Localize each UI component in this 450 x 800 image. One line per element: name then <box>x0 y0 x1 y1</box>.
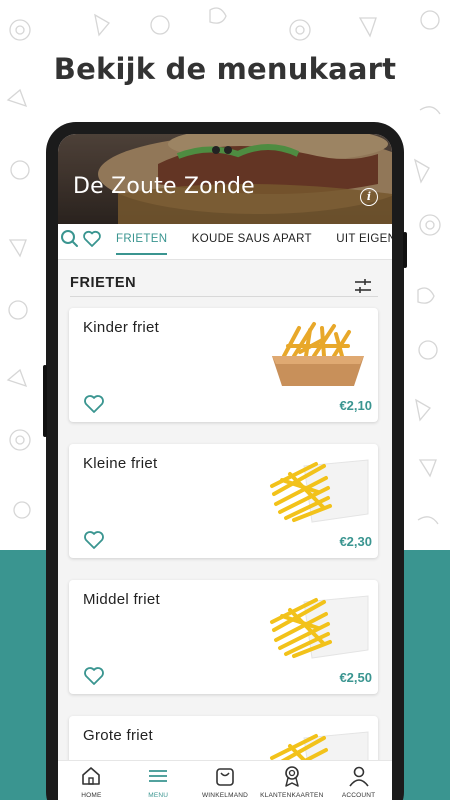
nav-klantenkaarten[interactable]: KLANTENKAARTEN <box>258 761 325 800</box>
restaurant-hero-banner: De Zoute Zonde i <box>58 134 392 224</box>
promo-headline: Bekijk de menukaart <box>53 52 397 86</box>
product-card[interactable]: Kinder friet €2,10 <box>69 308 378 422</box>
nav-label: HOME <box>81 792 102 799</box>
category-tabs: FRIETEN KOUDE SAUS APART UIT EIGEN KEUKE… <box>116 224 392 260</box>
product-price: €2,10 <box>339 398 372 413</box>
search-icon[interactable] <box>60 229 80 249</box>
tab-koude-saus-apart[interactable]: KOUDE SAUS APART <box>192 224 312 254</box>
nav-label: KLANTENKAARTEN <box>260 792 324 799</box>
section-divider <box>70 296 378 297</box>
product-name: Kleine friet <box>83 455 158 472</box>
nav-menu[interactable]: MENU <box>125 761 192 800</box>
fries-tray-image <box>272 322 364 386</box>
fries-bag-image <box>270 459 369 523</box>
product-price: €2,50 <box>339 670 372 685</box>
heart-icon[interactable] <box>83 530 105 550</box>
nav-home[interactable]: HOME <box>58 761 125 800</box>
user-icon <box>348 766 369 787</box>
bottom-navigation: HOME MENU WINKELMAND KLANTENKAARTEN ACCO… <box>58 760 392 800</box>
heart-icon[interactable] <box>83 394 105 414</box>
section-title: FRIETEN <box>70 275 137 291</box>
nav-label: WINKELMAND <box>201 792 249 799</box>
app-screen: De Zoute Zonde i FRIETEN KOUDE SAUS APAR… <box>58 134 392 800</box>
product-name: Kinder friet <box>83 319 160 336</box>
nav-account[interactable]: ACCOUNT <box>325 761 392 800</box>
heart-icon[interactable] <box>82 229 102 249</box>
product-price: €2,30 <box>339 534 372 549</box>
tab-frieten[interactable]: FRIETEN <box>116 226 168 255</box>
nav-label: MENU <box>148 792 169 799</box>
product-name: Grote friet <box>83 727 153 744</box>
fries-bag-image <box>270 595 369 659</box>
heart-icon[interactable] <box>83 666 105 686</box>
phone-side-button-right <box>403 232 407 268</box>
category-bar: FRIETEN KOUDE SAUS APART UIT EIGEN KEUKE… <box>58 224 392 260</box>
tab-uit-eigen-keuken[interactable]: UIT EIGEN KEUKEN <box>336 224 392 254</box>
sliders-icon[interactable] <box>354 278 372 294</box>
award-icon <box>284 766 299 787</box>
restaurant-name: De Zoute Zonde <box>73 174 255 199</box>
product-card[interactable]: Middel friet €2,50 <box>69 580 378 694</box>
basket-icon <box>216 768 234 786</box>
nav-winkelmand[interactable]: WINKELMAND <box>192 761 259 800</box>
info-icon[interactable]: i <box>360 188 378 206</box>
menu-icon <box>149 770 168 782</box>
home-icon <box>82 767 101 785</box>
camera-notch <box>212 141 236 159</box>
phone-side-button-left <box>43 365 47 437</box>
product-card[interactable]: Kleine friet €2,30 <box>69 444 378 558</box>
nav-label: ACCOUNT <box>341 792 376 799</box>
product-name: Middel friet <box>83 591 160 608</box>
